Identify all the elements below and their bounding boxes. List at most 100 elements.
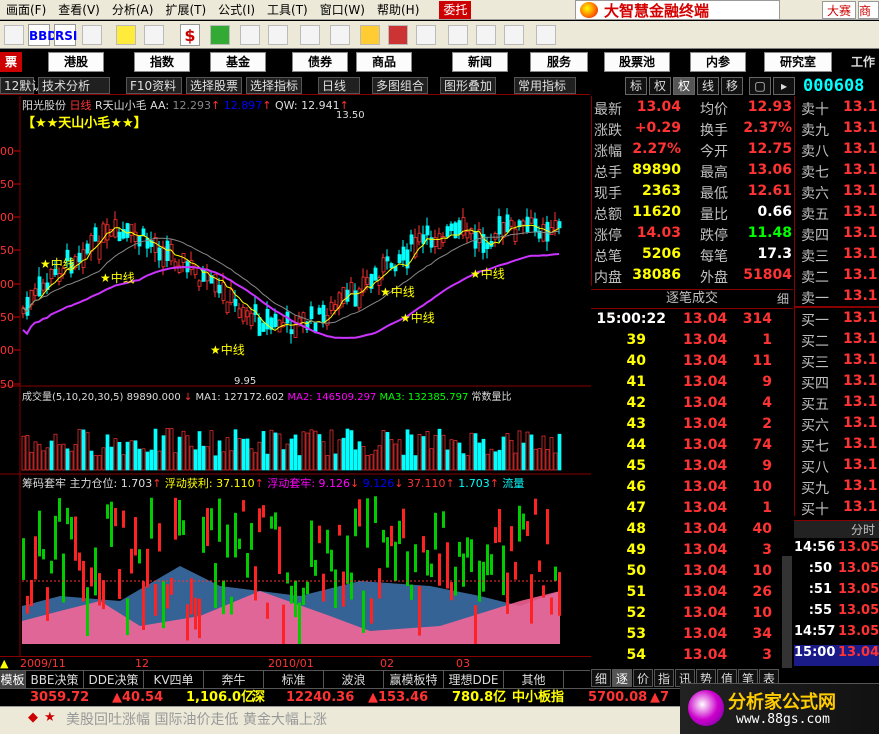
tab-line[interactable]: 线 <box>697 77 719 95</box>
multi-chart-button[interactable]: 多图组合 <box>372 77 428 94</box>
ask-level[interactable]: 卖三 13.1 <box>795 246 879 267</box>
people-icon[interactable] <box>240 25 260 45</box>
nav-insider[interactable]: 内参 <box>690 52 746 72</box>
btab-dde[interactable]: DDE决策 <box>84 671 144 689</box>
tab-right[interactable]: 权 <box>649 77 671 95</box>
ask-level[interactable]: 卖二 13.1 <box>795 267 879 288</box>
pen-icon[interactable] <box>416 25 436 45</box>
select-indicator-button[interactable]: 选择指标 <box>246 77 302 94</box>
binoculars-icon[interactable] <box>268 25 288 45</box>
bid-level[interactable]: 买三 13.1 <box>795 352 879 373</box>
right-tab[interactable]: 价 <box>633 669 653 687</box>
ticks-list[interactable]: 15:00:22 13.04 314 39 13.04 1 40 13.04 11 41 13.04… <box>591 310 793 668</box>
candle-body <box>221 281 226 301</box>
nav-bond[interactable]: 债券 <box>292 52 348 72</box>
ask-level[interactable]: 卖十 13.1 <box>795 99 879 120</box>
tab-move[interactable]: 移 <box>721 77 743 95</box>
books-icon[interactable] <box>504 25 524 45</box>
bid-level[interactable]: 买七 13.1 <box>795 436 879 457</box>
menu-extend[interactable]: 扩展(T) <box>159 1 212 19</box>
nav-stock-pool[interactable]: 股票池 <box>604 52 670 72</box>
rsi-button[interactable]: RSI <box>54 24 77 46</box>
ruler-icon[interactable] <box>144 25 164 45</box>
ask-level[interactable]: 卖八 13.1 <box>795 141 879 162</box>
right-tab[interactable]: 指 <box>654 669 674 687</box>
ask-level[interactable]: 卖九 13.1 <box>795 120 879 141</box>
tab-frame-icon[interactable]: ▢ <box>749 77 771 95</box>
target-icon[interactable] <box>300 25 320 45</box>
btab-bbe[interactable]: BBE决策 <box>26 671 84 689</box>
ask-level[interactable]: 卖七 13.1 <box>795 162 879 183</box>
no-entry-icon[interactable] <box>388 25 408 45</box>
help-pointer-icon[interactable] <box>536 25 556 45</box>
ask-label: 卖七 <box>801 165 829 181</box>
ask-level[interactable]: 卖六 13.1 <box>795 183 879 204</box>
diamond-icon[interactable] <box>360 25 380 45</box>
period-select[interactable]: 日线 <box>318 77 360 94</box>
menu-view[interactable]: 查看(V) <box>52 1 106 19</box>
window-icon[interactable] <box>476 25 496 45</box>
btab-template[interactable]: 模板 <box>0 671 26 689</box>
chart-area[interactable]: 00 50 00 50 00 50 00 50 ★中线 ★中线 ★中线 ★中线 ★中线 ★中线 13.50 9… <box>0 96 591 656</box>
nav-work[interactable]: 工作 <box>850 52 879 72</box>
btab-win-template[interactable]: 赢模板特 <box>384 671 444 689</box>
ticks-scrollbar[interactable] <box>782 556 792 668</box>
crosshair-icon[interactable] <box>116 25 136 45</box>
select-stock-button[interactable]: 选择股票 <box>186 77 242 94</box>
bid-level[interactable]: 买八 13.1 <box>795 457 879 478</box>
overlay-button[interactable]: 图形叠加 <box>440 77 496 94</box>
ask-level[interactable]: 卖四 13.1 <box>795 225 879 246</box>
common-indicator-button[interactable]: 常用指标 <box>514 77 576 94</box>
right-tab[interactable]: 逐 <box>612 669 632 687</box>
bid-level[interactable]: 买一 13.1 <box>795 310 879 331</box>
btab-bull[interactable]: 奔牛 <box>204 671 264 689</box>
btab-ideal-dde[interactable]: 理想DDE <box>444 671 504 689</box>
ticker-message[interactable]: 美股回吐涨幅 国际油价走低 黄金大幅上涨 <box>66 709 327 729</box>
globe-icon[interactable] <box>330 25 350 45</box>
bid-level[interactable]: 买五 13.1 <box>795 394 879 415</box>
nav-hk[interactable]: 港股 <box>48 52 104 72</box>
right-tab[interactable]: 细 <box>591 669 611 687</box>
menu-tools[interactable]: 工具(T) <box>261 1 314 19</box>
grid-icon[interactable] <box>82 25 102 45</box>
ticks-detail-button[interactable]: 细 <box>777 290 789 308</box>
nav-commodity[interactable]: 商品 <box>356 52 412 72</box>
bid-level[interactable]: 买九 13.1 <box>795 478 879 499</box>
nav-research[interactable]: 研究室 <box>764 52 832 72</box>
nav-service[interactable]: 服务 <box>530 52 588 72</box>
contest-button[interactable]: 大赛 <box>822 1 856 19</box>
nav-news[interactable]: 新闻 <box>452 52 508 72</box>
shop-button[interactable]: 商 <box>858 1 879 19</box>
dollar-button[interactable]: $ <box>180 24 200 46</box>
bid-level[interactable]: 买十 13.1 <box>795 499 879 520</box>
ask-level[interactable]: 卖五 13.1 <box>795 204 879 225</box>
nav-fund[interactable]: 基金 <box>210 52 266 72</box>
nav-stock[interactable]: 票 <box>0 52 22 72</box>
tab-mark[interactable]: 标 <box>625 77 647 95</box>
bid-level[interactable]: 买六 13.1 <box>795 415 879 436</box>
trust-button[interactable]: 委托 <box>439 0 472 19</box>
bid-level[interactable]: 买二 13.1 <box>795 331 879 352</box>
tab-right-active[interactable]: 权 <box>673 77 695 95</box>
bid-level[interactable]: 买四 13.1 <box>795 373 879 394</box>
btab-kv[interactable]: KV四单 <box>144 671 204 689</box>
btab-wave[interactable]: 波浪 <box>324 671 384 689</box>
template-select[interactable]: 12默认 <box>0 77 43 94</box>
btab-other[interactable]: 其他 <box>504 671 564 689</box>
tech-analysis-menu[interactable]: 技术分析 <box>38 77 110 94</box>
traffic-light-icon[interactable] <box>210 25 230 45</box>
menu-formula[interactable]: 公式(I) <box>212 1 261 19</box>
intraday-header[interactable]: 分时 <box>794 520 879 538</box>
nav-index[interactable]: 指数 <box>134 52 190 72</box>
menu-help[interactable]: 帮助(H) <box>371 1 425 19</box>
back-icon[interactable] <box>4 25 24 45</box>
volume-ma2: MA2: 146509.297 <box>287 392 377 403</box>
tab-arrow-icon[interactable]: ▸ <box>773 77 795 95</box>
note-icon[interactable] <box>448 25 468 45</box>
btab-standard[interactable]: 标准 <box>264 671 324 689</box>
menu-analysis[interactable]: 分析(A) <box>106 1 160 19</box>
menu-window[interactable]: 窗口(W) <box>314 1 371 19</box>
bbd-button[interactable]: BBD <box>28 24 57 46</box>
f10-button[interactable]: F10资料 <box>126 77 182 94</box>
menu-screen[interactable]: 画面(F) <box>0 1 52 19</box>
